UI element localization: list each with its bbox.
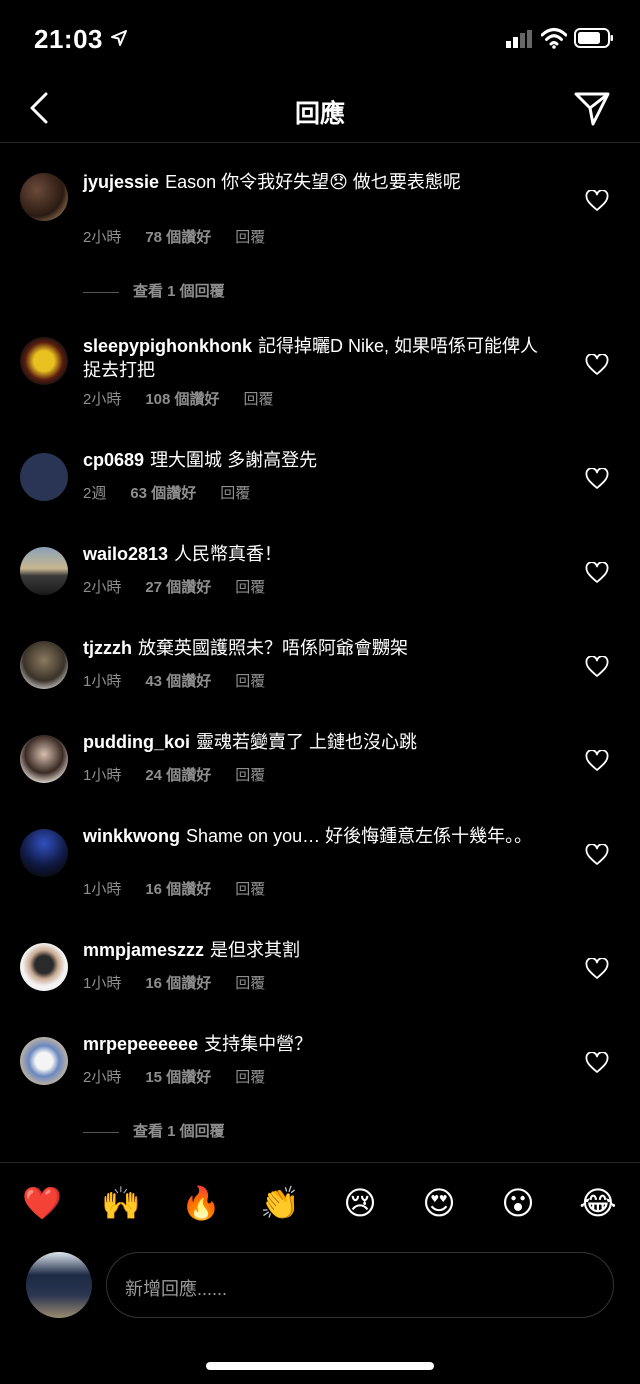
heart-outline-icon[interactable]	[585, 190, 609, 212]
like-count[interactable]: 63 個讚好	[130, 485, 196, 502]
view-replies[interactable]: 查看 1 個回覆	[83, 1120, 225, 1141]
nav-bar: 回應	[0, 78, 640, 143]
comment-time: 1小時	[83, 881, 122, 898]
avatar[interactable]	[20, 943, 68, 991]
direct-send-icon[interactable]	[572, 90, 612, 128]
heart-outline-icon[interactable]	[585, 562, 609, 584]
username[interactable]: sleepypighonkhonk	[83, 336, 252, 356]
emoji-heart-eyes[interactable]: 😍	[416, 1180, 462, 1226]
comment-body: 理大圍城 多謝高登先	[150, 450, 318, 470]
like-count[interactable]: 43 個讚好	[145, 673, 211, 690]
heart-outline-icon[interactable]	[585, 354, 609, 376]
avatar[interactable]	[20, 173, 68, 221]
emoji-clap[interactable]: 👏	[257, 1180, 303, 1226]
username[interactable]: cp0689	[83, 450, 144, 470]
heart-outline-icon[interactable]	[585, 468, 609, 490]
view-replies[interactable]: 查看 1 個回覆	[83, 280, 225, 301]
reply-button[interactable]: 回覆	[220, 485, 250, 502]
comment-time: 1小時	[83, 673, 122, 690]
emoji-surprised[interactable]: 😮	[495, 1180, 541, 1226]
divider	[0, 1162, 640, 1163]
reply-button[interactable]: 回覆	[235, 579, 265, 596]
comment-body: 放棄英國護照未？唔係阿爺會嬲架	[138, 638, 408, 658]
reply-button[interactable]: 回覆	[235, 767, 265, 784]
comment-body: 是但求其割	[210, 940, 301, 960]
battery-icon	[574, 28, 613, 48]
comment-body: 人民幣真香！	[174, 544, 283, 564]
comment-time: 2週	[83, 485, 107, 502]
emoji-bar: ❤️ 🙌 🔥 👏 😢 😍 😮 😂	[0, 1180, 640, 1232]
reply-button[interactable]: 回覆	[235, 1069, 265, 1086]
heart-outline-icon[interactable]	[585, 958, 609, 980]
reply-button[interactable]: 回覆	[235, 673, 265, 690]
comment-time: 1小時	[83, 975, 122, 992]
heart-outline-icon[interactable]	[585, 1052, 609, 1074]
avatar[interactable]	[20, 453, 68, 501]
username[interactable]: jyujessie	[83, 172, 159, 192]
comment-body: Eason 你令我好失望😞 做乜要表態呢	[165, 172, 461, 192]
like-count[interactable]: 24 個讚好	[145, 767, 211, 784]
avatar[interactable]	[20, 337, 68, 385]
username[interactable]: pudding_koi	[83, 732, 190, 752]
status-time: 21:03	[34, 24, 103, 54]
like-count[interactable]: 15 個讚好	[145, 1069, 211, 1086]
signal-icon	[506, 30, 532, 48]
reply-button[interactable]: 回覆	[244, 391, 274, 408]
avatar[interactable]	[20, 829, 68, 877]
heart-outline-icon[interactable]	[585, 844, 609, 866]
emoji-crying[interactable]: 😢	[337, 1180, 383, 1226]
reply-button[interactable]: 回覆	[235, 881, 265, 898]
current-user-avatar	[26, 1252, 92, 1318]
comment-body: Shame on you… 好後悔鍾意左係十幾年。。	[186, 826, 533, 846]
comment-time: 1小時	[83, 767, 122, 784]
heart-outline-icon[interactable]	[585, 656, 609, 678]
heart-outline-icon[interactable]	[585, 750, 609, 772]
like-count[interactable]: 16 個讚好	[145, 975, 211, 992]
like-count[interactable]: 16 個讚好	[145, 881, 211, 898]
emoji-heart[interactable]: ❤️	[19, 1180, 65, 1226]
reply-button[interactable]: 回覆	[235, 229, 265, 246]
like-count[interactable]: 27 個讚好	[145, 579, 211, 596]
avatar[interactable]	[20, 1037, 68, 1085]
location-arrow-icon	[111, 30, 127, 46]
emoji-fire[interactable]: 🔥	[178, 1180, 224, 1226]
home-indicator[interactable]	[206, 1362, 434, 1370]
comment-input[interactable]: 新增回應......	[106, 1252, 614, 1318]
status-bar: 21:03	[0, 0, 640, 78]
avatar[interactable]	[20, 641, 68, 689]
username[interactable]: wailo2813	[83, 544, 168, 564]
emoji-laughing[interactable]: 😂	[575, 1180, 621, 1226]
comment-input-placeholder: 新增回應......	[125, 1279, 228, 1299]
emoji-raised-hands[interactable]: 🙌	[98, 1180, 144, 1226]
wifi-icon	[541, 28, 567, 49]
comment-time: 2小時	[83, 1069, 122, 1086]
comment-time: 2小時	[83, 579, 122, 596]
comment-body: 支持集中營？	[204, 1034, 313, 1054]
page-title: 回應	[294, 100, 345, 128]
comment-body: 靈魂若變賣了 上鏈也沒心跳	[196, 732, 417, 752]
like-count[interactable]: 108 個讚好	[145, 391, 219, 408]
avatar[interactable]	[20, 735, 68, 783]
username[interactable]: mmpjameszzz	[83, 940, 204, 960]
comment-time: 2小時	[83, 229, 122, 246]
username[interactable]: winkkwong	[83, 826, 180, 846]
comment-time: 2小時	[83, 391, 122, 408]
like-count[interactable]: 78 個讚好	[145, 229, 211, 246]
username[interactable]: mrpepeeeeee	[83, 1034, 198, 1054]
avatar[interactable]	[20, 547, 68, 595]
reply-button[interactable]: 回覆	[235, 975, 265, 992]
username[interactable]: tjzzzh	[83, 638, 132, 658]
